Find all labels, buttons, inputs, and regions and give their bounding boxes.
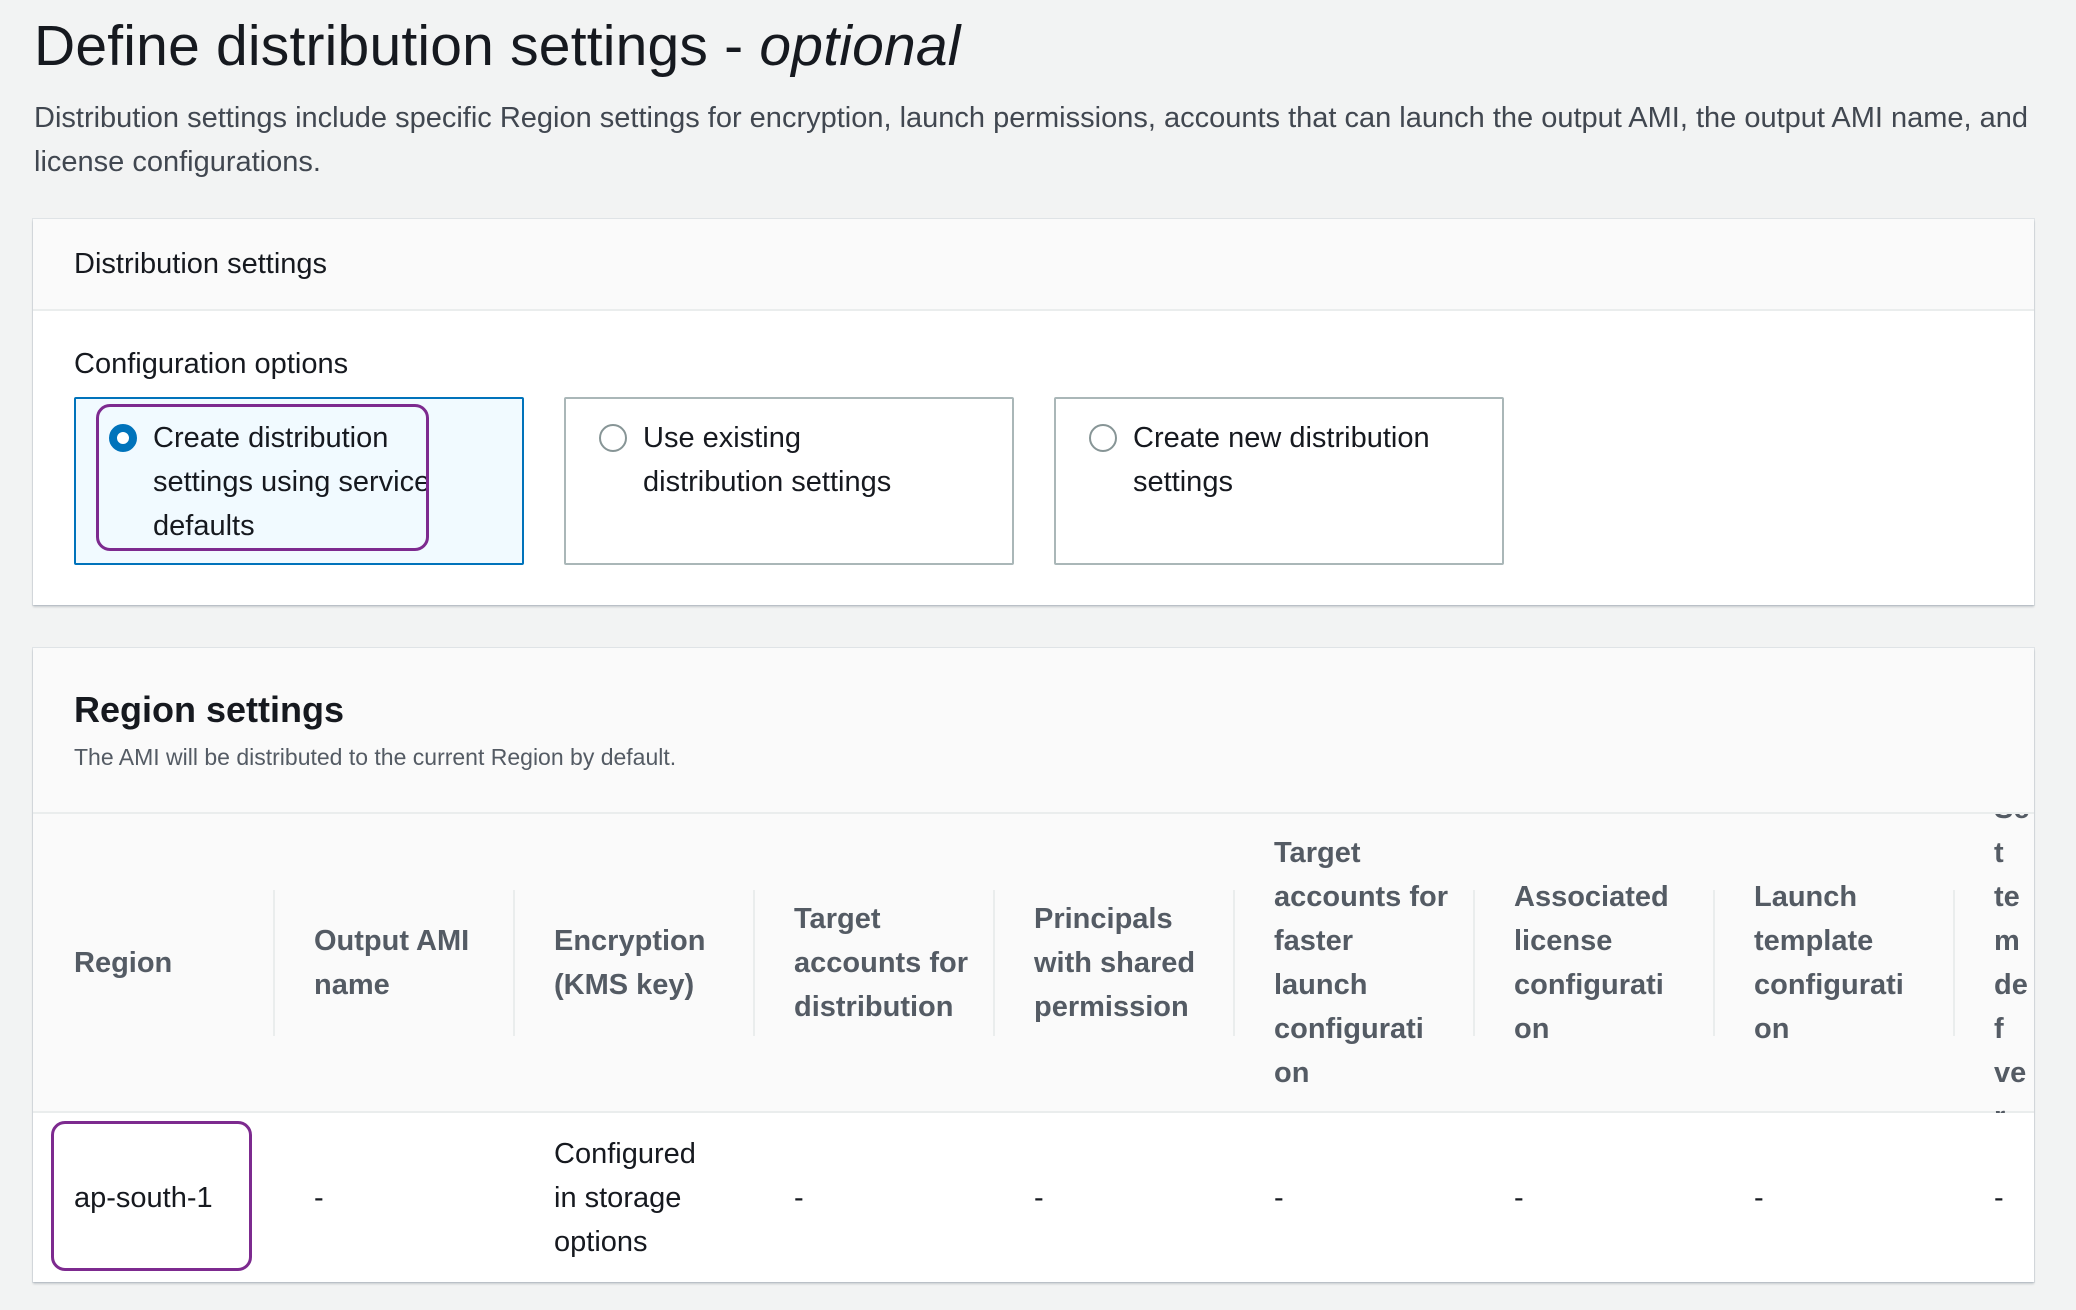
cell-text: -	[314, 1181, 324, 1214]
column-header-label: Associated license configurati on	[1514, 880, 1669, 1045]
column-header-label: Output AMI name	[314, 924, 470, 1001]
column-header-region[interactable]: Region	[33, 814, 273, 1111]
page-title-optional: optional	[759, 14, 961, 78]
cell-text: -	[1034, 1181, 1044, 1214]
radio-selected-icon[interactable]	[109, 424, 137, 452]
page-title: Define distribution settings - optional	[34, 8, 2034, 84]
cell-text: -	[794, 1181, 804, 1214]
column-header-label: Region	[74, 946, 173, 979]
table-header-row: Region Output AMI name Encryption (KMS k…	[33, 814, 2034, 1133]
column-header-encryption[interactable]: Encryption (KMS key)	[513, 814, 753, 1111]
cell-text: Configured in storage options	[554, 1137, 696, 1258]
option-service-defaults-tile[interactable]: Create distribution settings using servi…	[74, 397, 524, 565]
cell-text: -	[1754, 1181, 1764, 1214]
distribution-settings-header: Distribution settings	[33, 219, 2034, 311]
radio-unselected-icon[interactable]	[599, 424, 627, 452]
table-row: ap-south-1 - Configured in storage optio…	[33, 1113, 2034, 1282]
region-table: Region Output AMI name Encryption (KMS k…	[33, 814, 2034, 1282]
cell-faster-launch: -	[1233, 1113, 1473, 1282]
region-settings-header: Region settings The AMI will be distribu…	[33, 648, 2034, 814]
cell-text: -	[1274, 1181, 1284, 1214]
column-header-label: Encryption (KMS key)	[554, 924, 706, 1001]
column-header-launch-template[interactable]: Launch template configurati on	[1713, 814, 1953, 1111]
configuration-options-label: Configuration options	[74, 348, 349, 380]
column-header-label: Principals with shared permission	[1034, 902, 1196, 1023]
cell-encryption: Configured in storage options	[513, 1113, 753, 1282]
column-header-set-template-default[interactable]: Set tem def ver	[1953, 814, 2034, 1133]
column-header-faster-launch[interactable]: Target accounts for faster launch config…	[1233, 814, 1473, 1111]
region-settings-container: Region settings The AMI will be distribu…	[33, 648, 2034, 1282]
page-header: Define distribution settings - optional …	[34, 8, 2034, 184]
option-label: Create new distribution settings	[1133, 422, 1430, 498]
option-label: Create distribution settings using servi…	[153, 422, 431, 542]
radio-unselected-icon[interactable]	[1089, 424, 1117, 452]
cell-output-ami-name: -	[273, 1113, 513, 1282]
cell-principals: -	[993, 1113, 1233, 1282]
page-description: Distribution settings include specific R…	[34, 102, 2029, 178]
cell-text: ap-south-1	[74, 1181, 213, 1214]
cell-text: -	[1514, 1181, 1524, 1214]
region-settings-title: Region settings	[74, 689, 345, 730]
option-use-existing-tile[interactable]: Use existing distribution settings	[564, 397, 1014, 565]
page-title-main: Define distribution settings -	[34, 14, 760, 78]
column-header-label: Target accounts for faster launch config…	[1274, 836, 1449, 1089]
column-header-label: Target accounts for distribution	[794, 902, 969, 1023]
column-header-target-accounts[interactable]: Target accounts for distribution	[753, 814, 993, 1111]
option-create-new-tile[interactable]: Create new distribution settings	[1054, 397, 1504, 565]
cell-text: -	[1994, 1181, 2004, 1214]
distribution-settings-container: Distribution settings Configuration opti…	[33, 219, 2034, 605]
cell-region: ap-south-1	[33, 1113, 273, 1282]
region-settings-subtitle: The AMI will be distributed to the curre…	[74, 744, 677, 770]
column-header-label: Set tem def ver	[1994, 814, 2029, 1133]
option-label: Use existing distribution settings	[643, 422, 892, 498]
configuration-options-tiles: Create distribution settings using servi…	[74, 397, 1504, 565]
cell-set-template-default: -	[1953, 1113, 2034, 1282]
cell-license-config: -	[1473, 1113, 1713, 1282]
column-header-output-ami-name[interactable]: Output AMI name	[273, 814, 513, 1111]
column-header-label: Launch template configurati on	[1754, 880, 1904, 1045]
cell-target-accounts: -	[753, 1113, 993, 1282]
column-header-principals[interactable]: Principals with shared permission	[993, 814, 1233, 1111]
column-header-license-config[interactable]: Associated license configurati on	[1473, 814, 1713, 1111]
cell-launch-template: -	[1713, 1113, 1953, 1282]
